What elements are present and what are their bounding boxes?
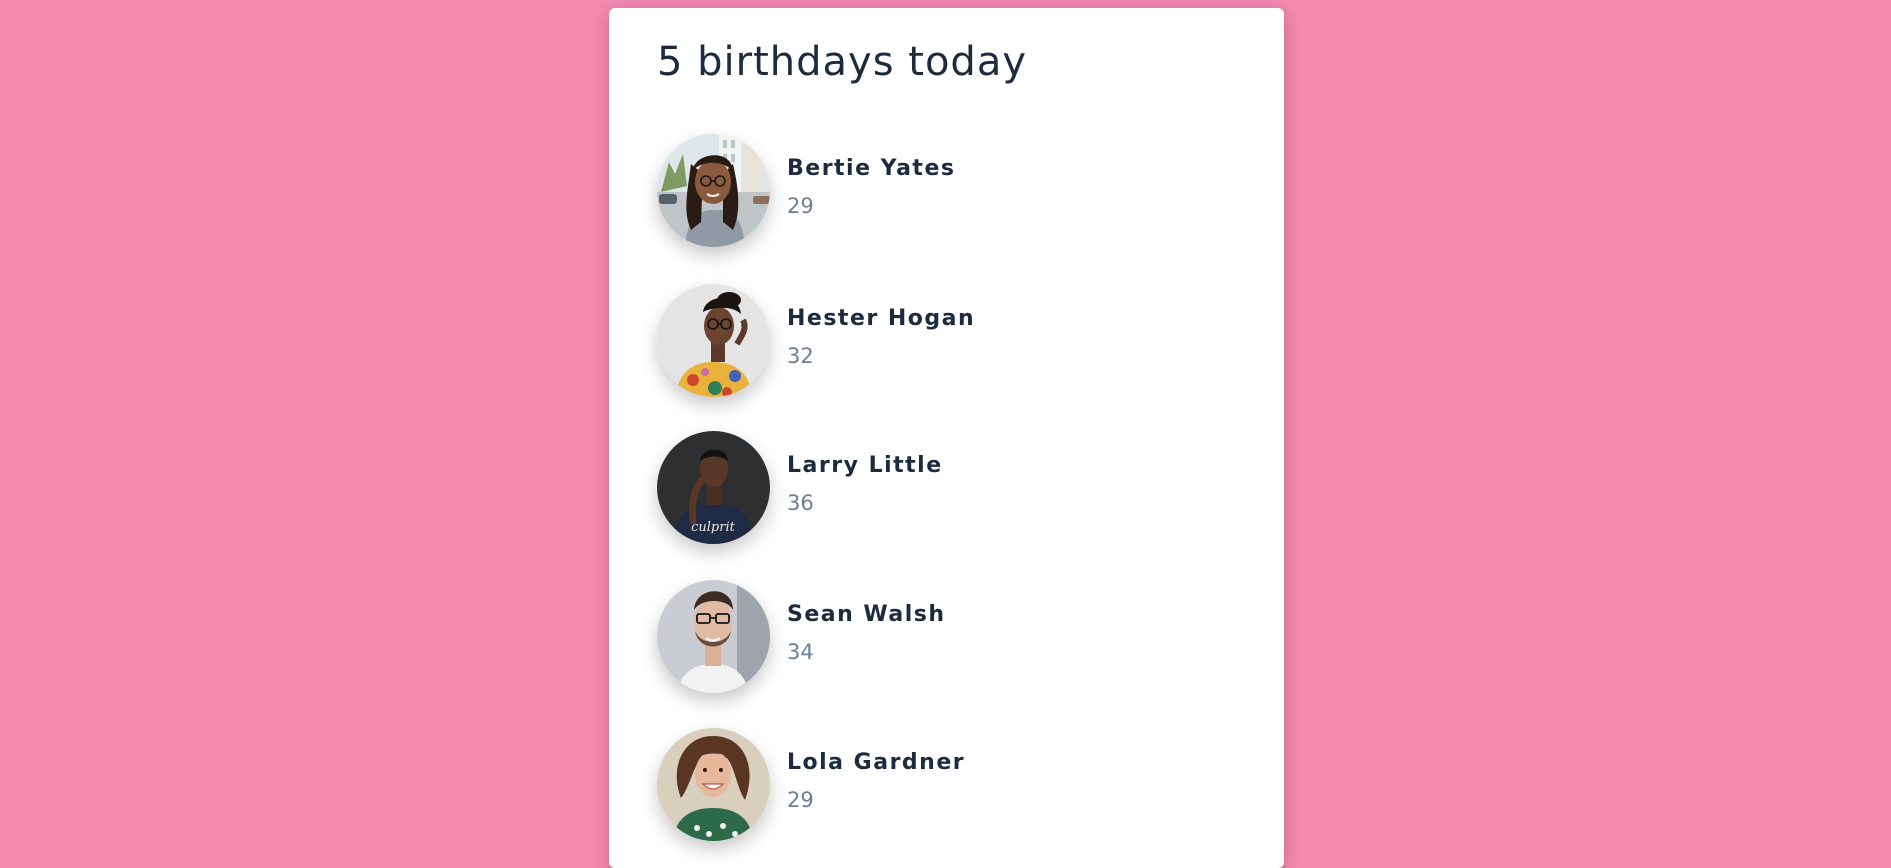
person-age: 34 bbox=[787, 640, 814, 664]
avatar: culprit bbox=[657, 431, 770, 544]
person-age: 32 bbox=[787, 344, 814, 368]
man-dark-shirt-photo-icon: culprit bbox=[657, 431, 770, 544]
person-age: 29 bbox=[787, 194, 814, 218]
list-item: culprit Larry Little 36 bbox=[657, 431, 1217, 544]
person-name: Hester Hogan bbox=[787, 306, 976, 331]
birthday-card: 5 birthdays today Bertie Yates 29 Hester… bbox=[609, 8, 1284, 868]
list-item: Hester Hogan 32 bbox=[657, 284, 1217, 397]
avatar bbox=[657, 728, 770, 841]
person-age: 36 bbox=[787, 491, 814, 515]
avatar bbox=[657, 134, 770, 247]
smiling-woman-curly-hair-photo-icon bbox=[657, 728, 770, 841]
woman-with-glasses-street-photo-icon bbox=[657, 134, 770, 247]
avatar bbox=[657, 580, 770, 693]
list-item: Sean Walsh 34 bbox=[657, 580, 1217, 693]
list-item: Lola Gardner 29 bbox=[657, 728, 1217, 841]
person-name: Sean Walsh bbox=[787, 602, 946, 627]
woman-with-glasses-floral-shirt-photo-icon bbox=[657, 284, 770, 397]
person-age: 29 bbox=[787, 788, 814, 812]
avatar bbox=[657, 284, 770, 397]
man-with-glasses-beard-photo-icon bbox=[657, 580, 770, 693]
card-title: 5 birthdays today bbox=[657, 39, 1028, 85]
svg-text:culprit: culprit bbox=[691, 520, 736, 535]
person-name: Larry Little bbox=[787, 453, 943, 478]
person-name: Lola Gardner bbox=[787, 750, 966, 775]
person-name: Bertie Yates bbox=[787, 156, 956, 181]
list-item: Bertie Yates 29 bbox=[657, 134, 1217, 247]
